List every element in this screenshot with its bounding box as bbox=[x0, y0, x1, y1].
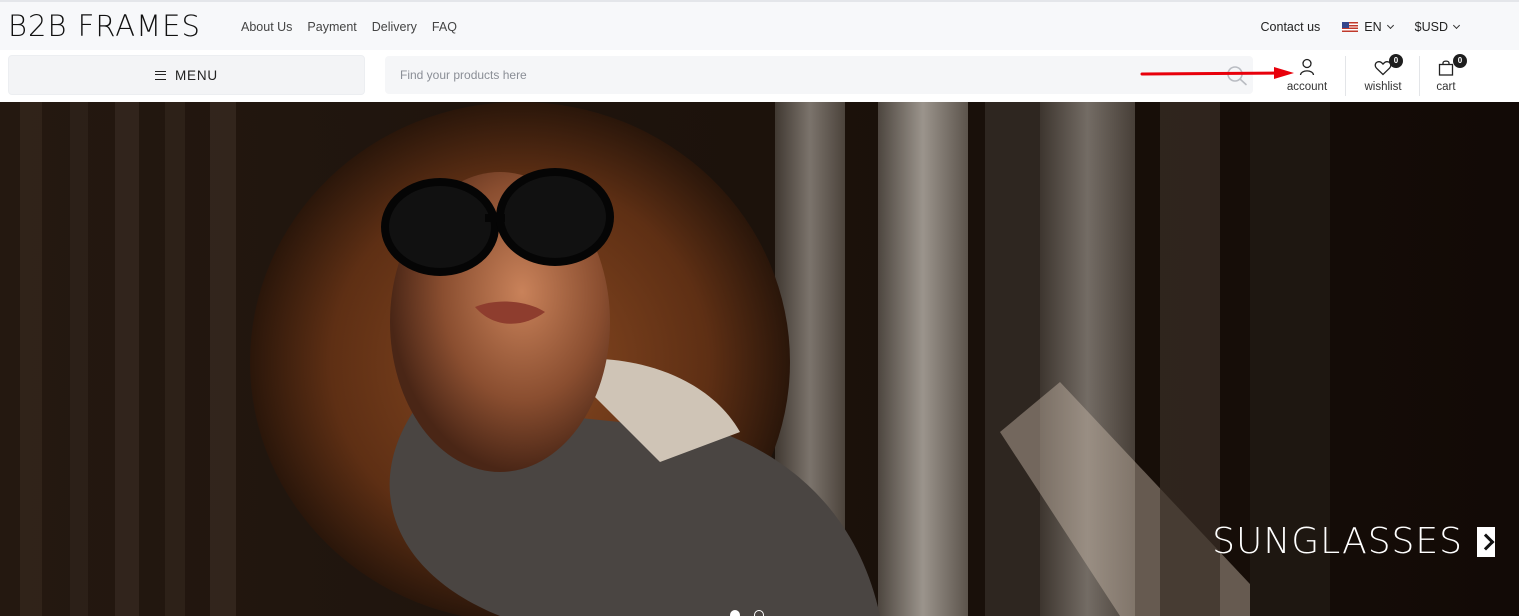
next-slide-button[interactable] bbox=[1477, 527, 1495, 557]
currency-value: $USD bbox=[1414, 20, 1448, 34]
menu-label: MENU bbox=[175, 67, 218, 83]
divider bbox=[1419, 56, 1420, 96]
chevron-down-icon bbox=[1386, 21, 1394, 30]
divider bbox=[1345, 56, 1346, 96]
us-flag-icon bbox=[1342, 22, 1359, 32]
top-nav: About Us Payment Delivery FAQ bbox=[241, 19, 457, 35]
hamburger-icon bbox=[155, 70, 167, 80]
chevron-down-icon bbox=[1452, 21, 1461, 30]
cart-button[interactable]: 0 cart bbox=[1426, 54, 1467, 98]
top-bar: B2B FRAMES About Us Payment Delivery FAQ… bbox=[0, 0, 1519, 50]
shopping-bag-icon bbox=[1438, 60, 1454, 76]
cart-count-badge: 0 bbox=[1453, 54, 1467, 68]
nav-payment[interactable]: Payment bbox=[307, 19, 356, 35]
contact-us-link[interactable]: Contact us bbox=[1261, 19, 1321, 35]
account-button[interactable]: account bbox=[1280, 54, 1334, 98]
top-right-links: Contact us EN $USD bbox=[1261, 19, 1461, 35]
account-label: account bbox=[1286, 81, 1328, 93]
search-box bbox=[385, 56, 1253, 94]
user-icon bbox=[1299, 58, 1315, 76]
hero-caption: SUNGLASSES bbox=[1212, 520, 1495, 564]
search-input[interactable] bbox=[385, 56, 1253, 94]
wishlist-button[interactable]: 0 wishlist bbox=[1356, 54, 1410, 98]
logo[interactable]: B2B FRAMES bbox=[8, 10, 201, 42]
hero-banner[interactable]: SUNGLASSES bbox=[0, 102, 1519, 616]
slide-dot-1[interactable] bbox=[730, 610, 740, 616]
nav-delivery[interactable]: Delivery bbox=[372, 19, 417, 35]
nav-about-us[interactable]: About Us bbox=[241, 19, 292, 35]
wishlist-label: wishlist bbox=[1364, 81, 1402, 93]
menu-button[interactable]: MENU bbox=[8, 55, 365, 95]
language-selector[interactable]: EN bbox=[1342, 19, 1394, 35]
currency-selector[interactable]: $USD bbox=[1414, 19, 1461, 35]
cart-label: cart bbox=[1436, 81, 1456, 93]
slide-dot-2[interactable] bbox=[754, 610, 764, 616]
nav-faq[interactable]: FAQ bbox=[432, 19, 457, 35]
slider-dots bbox=[730, 610, 764, 616]
annotation-arrow bbox=[1140, 67, 1294, 79]
wishlist-count-badge: 0 bbox=[1389, 54, 1403, 68]
language-value: EN bbox=[1364, 20, 1382, 34]
hero-title: SUNGLASSES bbox=[1212, 521, 1463, 562]
